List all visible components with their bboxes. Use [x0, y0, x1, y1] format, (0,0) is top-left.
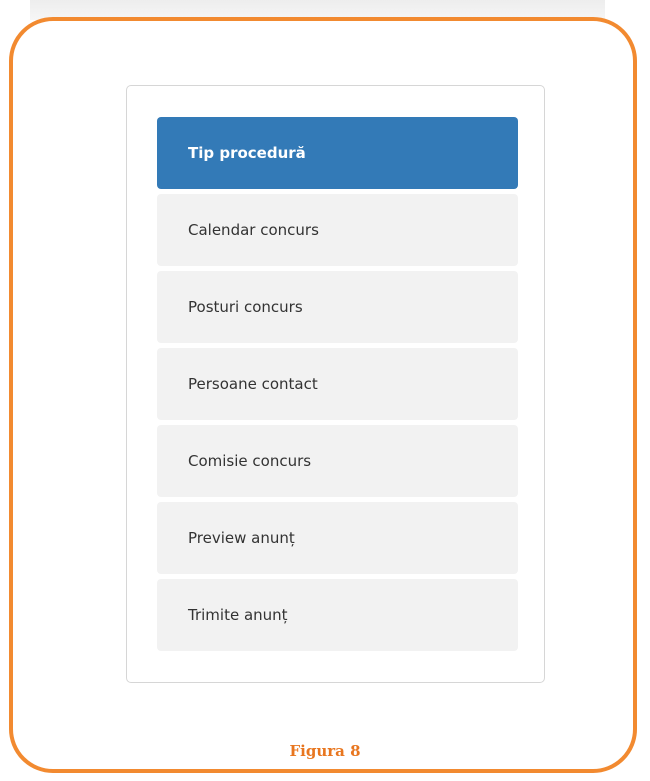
step-label: Comisie concurs — [188, 452, 312, 470]
step-calendar-concurs[interactable]: Calendar concurs — [157, 194, 518, 266]
wizard-steps-nav: Tip procedură Calendar concurs Posturi c… — [157, 117, 518, 656]
step-label: Tip procedură — [188, 144, 306, 162]
step-label: Posturi concurs — [188, 298, 303, 316]
step-tip-procedura[interactable]: Tip procedură — [157, 117, 518, 189]
step-comisie-concurs[interactable]: Comisie concurs — [157, 425, 518, 497]
page: Tip procedură Calendar concurs Posturi c… — [0, 0, 650, 781]
step-label: Calendar concurs — [188, 221, 319, 239]
step-trimite-anunt[interactable]: Trimite anunț — [157, 579, 518, 651]
step-preview-anunt[interactable]: Preview anunț — [157, 502, 518, 574]
figure-caption: Figura 8 — [289, 742, 361, 760]
step-posturi-concurs[interactable]: Posturi concurs — [157, 271, 518, 343]
step-persoane-contact[interactable]: Persoane contact — [157, 348, 518, 420]
step-label: Preview anunț — [188, 529, 295, 547]
step-label: Trimite anunț — [188, 606, 288, 624]
step-label: Persoane contact — [188, 375, 318, 393]
